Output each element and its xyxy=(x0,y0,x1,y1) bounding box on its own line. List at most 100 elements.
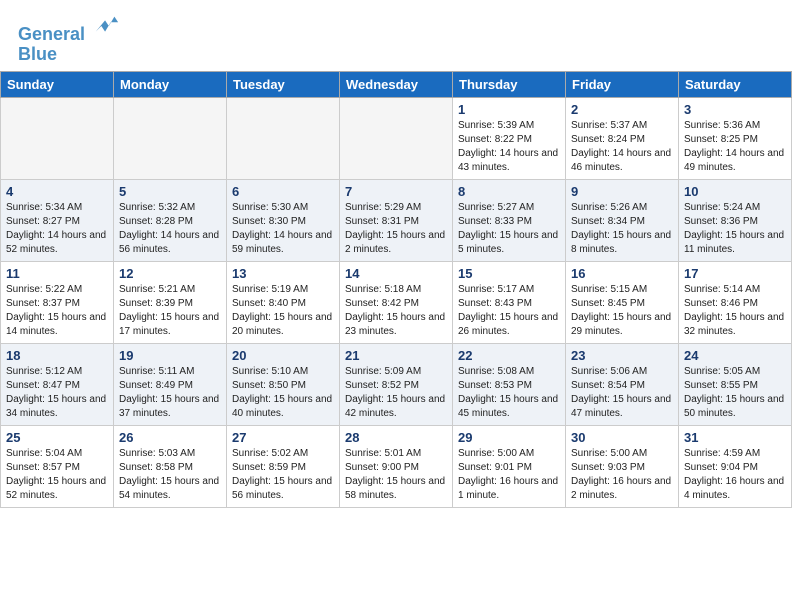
day-number: 23 xyxy=(571,348,673,363)
weekday-header-tuesday: Tuesday xyxy=(227,71,340,97)
calendar-week-row: 1Sunrise: 5:39 AM Sunset: 8:22 PM Daylig… xyxy=(1,97,792,179)
day-info: Sunrise: 5:06 AM Sunset: 8:54 PM Dayligh… xyxy=(571,365,673,421)
calendar-cell: 15Sunrise: 5:17 AM Sunset: 8:43 PM Dayli… xyxy=(453,261,566,343)
calendar-cell: 14Sunrise: 5:18 AM Sunset: 8:42 PM Dayli… xyxy=(340,261,453,343)
calendar-cell: 27 Sunrise: 5:02 AM Sunset: 8:59 PM Dayli… xyxy=(227,425,340,507)
calendar-cell: 12Sunrise: 5:21 AM Sunset: 8:39 PM Dayli… xyxy=(114,261,227,343)
logo: General Blue xyxy=(18,12,120,65)
day-number: 12 xyxy=(119,266,221,281)
day-number: 21 xyxy=(345,348,447,363)
day-info: Sunrise: 5:37 AM Sunset: 8:24 PM Dayligh… xyxy=(571,119,673,175)
calendar-cell: 3 Sunrise: 5:36 AM Sunset: 8:25 PM Daylig… xyxy=(679,97,792,179)
day-info: Sunrise: 5:36 AM Sunset: 8:25 PM Dayligh… xyxy=(684,119,786,175)
day-number: 16 xyxy=(571,266,673,281)
day-number: 29 xyxy=(458,430,560,445)
weekday-header-sunday: Sunday xyxy=(1,71,114,97)
day-info: Sunrise: 5:08 AM Sunset: 8:53 PM Dayligh… xyxy=(458,365,560,421)
day-info: Sunrise: 5:19 AM Sunset: 8:40 PM Dayligh… xyxy=(232,283,334,339)
day-info: Sunrise: 5:00 AM Sunset: 9:01 PM Dayligh… xyxy=(458,447,560,503)
calendar-cell xyxy=(1,97,114,179)
logo-bird-icon xyxy=(92,12,120,40)
day-number: 6 xyxy=(232,184,334,199)
day-number: 10 xyxy=(684,184,786,199)
day-number: 3 xyxy=(684,102,786,117)
calendar-cell xyxy=(340,97,453,179)
day-info: Sunrise: 5:11 AM Sunset: 8:49 PM Dayligh… xyxy=(119,365,221,421)
day-info: Sunrise: 5:14 AM Sunset: 8:46 PM Dayligh… xyxy=(684,283,786,339)
day-number: 28 xyxy=(345,430,447,445)
calendar-cell xyxy=(114,97,227,179)
day-info: Sunrise: 5:22 AM Sunset: 8:37 PM Dayligh… xyxy=(6,283,108,339)
calendar-cell: 13 Sunrise: 5:19 AM Sunset: 8:40 PM Dayli… xyxy=(227,261,340,343)
page-header: General Blue xyxy=(0,0,792,71)
day-number: 22 xyxy=(458,348,560,363)
day-number: 30 xyxy=(571,430,673,445)
day-number: 13 xyxy=(232,266,334,281)
day-info: Sunrise: 5:01 AM Sunset: 9:00 PM Dayligh… xyxy=(345,447,447,503)
day-info: Sunrise: 5:27 AM Sunset: 8:33 PM Dayligh… xyxy=(458,201,560,257)
day-number: 25 xyxy=(6,430,108,445)
day-info: Sunrise: 5:39 AM Sunset: 8:22 PM Dayligh… xyxy=(458,119,560,175)
calendar-cell xyxy=(227,97,340,179)
day-number: 2 xyxy=(571,102,673,117)
calendar-cell: 17 Sunrise: 5:14 AM Sunset: 8:46 PM Dayli… xyxy=(679,261,792,343)
calendar-table: SundayMondayTuesdayWednesdayThursdayFrid… xyxy=(0,71,792,508)
day-number: 14 xyxy=(345,266,447,281)
day-number: 5 xyxy=(119,184,221,199)
calendar-cell: 20 Sunrise: 5:10 AM Sunset: 8:50 PM Dayli… xyxy=(227,343,340,425)
calendar-week-row: 4 Sunrise: 5:34 AM Sunset: 8:27 PM Daylig… xyxy=(1,179,792,261)
day-number: 19 xyxy=(119,348,221,363)
calendar-cell: 11 Sunrise: 5:22 AM Sunset: 8:37 PM Dayli… xyxy=(1,261,114,343)
day-info: Sunrise: 5:32 AM Sunset: 8:28 PM Dayligh… xyxy=(119,201,221,257)
weekday-header-monday: Monday xyxy=(114,71,227,97)
day-number: 17 xyxy=(684,266,786,281)
logo-general: General xyxy=(18,24,85,44)
day-number: 4 xyxy=(6,184,108,199)
calendar-cell: 2 Sunrise: 5:37 AM Sunset: 8:24 PM Daylig… xyxy=(566,97,679,179)
day-number: 15 xyxy=(458,266,560,281)
day-number: 24 xyxy=(684,348,786,363)
day-info: Sunrise: 4:59 AM Sunset: 9:04 PM Dayligh… xyxy=(684,447,786,503)
calendar-cell: 1Sunrise: 5:39 AM Sunset: 8:22 PM Daylig… xyxy=(453,97,566,179)
day-info: Sunrise: 5:04 AM Sunset: 8:57 PM Dayligh… xyxy=(6,447,108,503)
day-number: 11 xyxy=(6,266,108,281)
weekday-header-wednesday: Wednesday xyxy=(340,71,453,97)
day-info: Sunrise: 5:09 AM Sunset: 8:52 PM Dayligh… xyxy=(345,365,447,421)
calendar-week-row: 18 Sunrise: 5:12 AM Sunset: 8:47 PM Dayli… xyxy=(1,343,792,425)
day-info: Sunrise: 5:00 AM Sunset: 9:03 PM Dayligh… xyxy=(571,447,673,503)
calendar-cell: 9Sunrise: 5:26 AM Sunset: 8:34 PM Daylig… xyxy=(566,179,679,261)
day-info: Sunrise: 5:05 AM Sunset: 8:55 PM Dayligh… xyxy=(684,365,786,421)
day-info: Sunrise: 5:10 AM Sunset: 8:50 PM Dayligh… xyxy=(232,365,334,421)
day-info: Sunrise: 5:02 AM Sunset: 8:59 PM Dayligh… xyxy=(232,447,334,503)
day-number: 8 xyxy=(458,184,560,199)
day-info: Sunrise: 5:15 AM Sunset: 8:45 PM Dayligh… xyxy=(571,283,673,339)
day-info: Sunrise: 5:12 AM Sunset: 8:47 PM Dayligh… xyxy=(6,365,108,421)
calendar-cell: 24 Sunrise: 5:05 AM Sunset: 8:55 PM Dayli… xyxy=(679,343,792,425)
calendar-cell: 21 Sunrise: 5:09 AM Sunset: 8:52 PM Dayli… xyxy=(340,343,453,425)
calendar-cell: 18 Sunrise: 5:12 AM Sunset: 8:47 PM Dayli… xyxy=(1,343,114,425)
calendar-cell: 23 Sunrise: 5:06 AM Sunset: 8:54 PM Dayli… xyxy=(566,343,679,425)
weekday-header-saturday: Saturday xyxy=(679,71,792,97)
day-info: Sunrise: 5:24 AM Sunset: 8:36 PM Dayligh… xyxy=(684,201,786,257)
day-number: 31 xyxy=(684,430,786,445)
calendar-cell: 30 Sunrise: 5:00 AM Sunset: 9:03 PM Dayli… xyxy=(566,425,679,507)
calendar-cell: 8 Sunrise: 5:27 AM Sunset: 8:33 PM Daylig… xyxy=(453,179,566,261)
calendar-cell: 31 Sunrise: 4:59 AM Sunset: 9:04 PM Dayli… xyxy=(679,425,792,507)
calendar-cell: 26Sunrise: 5:03 AM Sunset: 8:58 PM Dayli… xyxy=(114,425,227,507)
day-info: Sunrise: 5:30 AM Sunset: 8:30 PM Dayligh… xyxy=(232,201,334,257)
day-info: Sunrise: 5:29 AM Sunset: 8:31 PM Dayligh… xyxy=(345,201,447,257)
calendar-cell: 6 Sunrise: 5:30 AM Sunset: 8:30 PM Daylig… xyxy=(227,179,340,261)
calendar-cell: 19 Sunrise: 5:11 AM Sunset: 8:49 PM Dayli… xyxy=(114,343,227,425)
calendar-week-row: 11 Sunrise: 5:22 AM Sunset: 8:37 PM Dayli… xyxy=(1,261,792,343)
day-info: Sunrise: 5:34 AM Sunset: 8:27 PM Dayligh… xyxy=(6,201,108,257)
calendar-cell: 5 Sunrise: 5:32 AM Sunset: 8:28 PM Daylig… xyxy=(114,179,227,261)
day-number: 7 xyxy=(345,184,447,199)
day-number: 20 xyxy=(232,348,334,363)
calendar-cell: 16 Sunrise: 5:15 AM Sunset: 8:45 PM Dayli… xyxy=(566,261,679,343)
day-number: 27 xyxy=(232,430,334,445)
logo-blue: Blue xyxy=(18,44,57,64)
day-number: 9 xyxy=(571,184,673,199)
day-number: 18 xyxy=(6,348,108,363)
calendar-cell: 4 Sunrise: 5:34 AM Sunset: 8:27 PM Daylig… xyxy=(1,179,114,261)
weekday-header-friday: Friday xyxy=(566,71,679,97)
